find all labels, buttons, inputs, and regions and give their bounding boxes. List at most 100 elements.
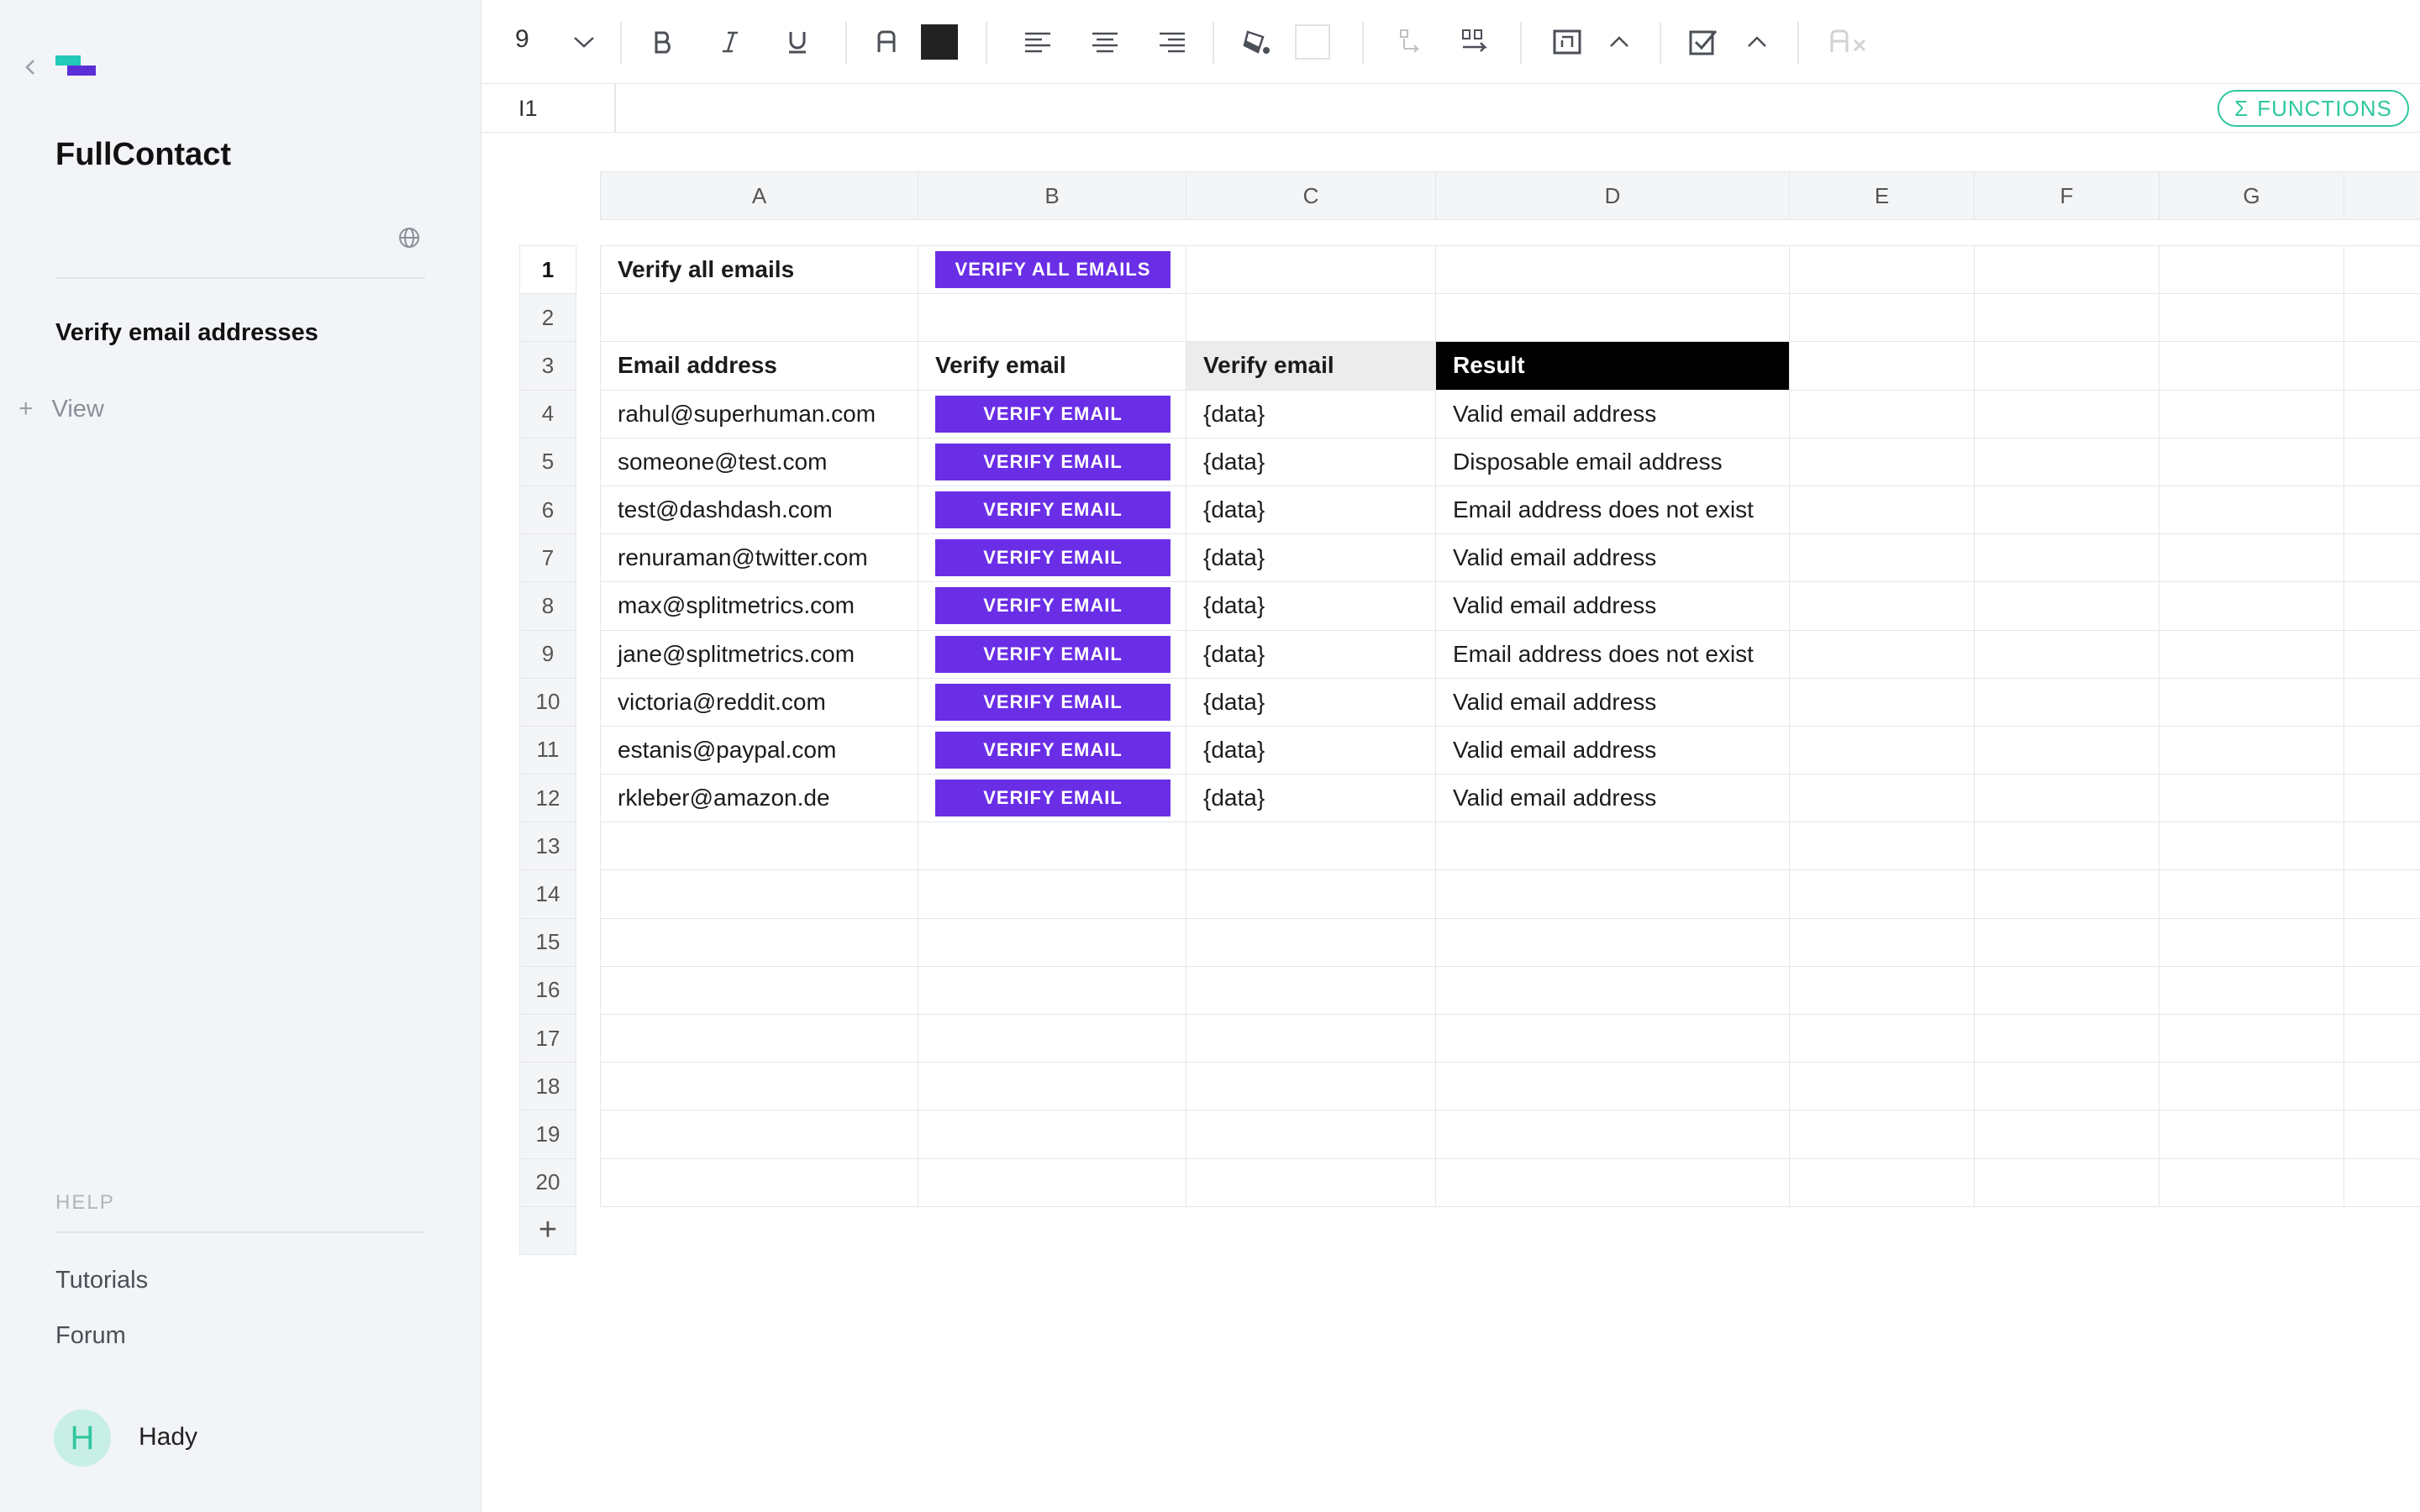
sidebar-item-verify-email[interactable]: Verify email addresses [55,319,318,347]
cell-d20[interactable] [1436,1158,1790,1207]
row-header[interactable]: 9 [520,631,576,679]
cell-b16[interactable] [918,966,1186,1015]
cell-c4[interactable]: {data} [1186,390,1436,438]
cell-e10[interactable] [1790,678,1975,727]
cell-d14[interactable] [1436,870,1790,919]
cell-b5[interactable]: VERIFY EMAIL [918,438,1186,486]
cell-g16[interactable] [2160,966,2344,1015]
cell-a16[interactable] [601,966,918,1015]
cell-f4[interactable] [1975,390,2160,438]
cell-f5[interactable] [1975,438,2160,486]
row-header[interactable]: 1 [520,246,576,295]
verify-email-button[interactable]: VERIFY EMAIL [935,635,1171,673]
verify-email-button[interactable]: VERIFY EMAIL [935,491,1171,529]
row-header[interactable]: 8 [520,582,576,631]
cell-a5[interactable]: someone@test.com [601,438,918,486]
row-header[interactable]: 5 [520,438,576,486]
row-header[interactable]: 16 [520,967,576,1015]
cell-b9[interactable]: VERIFY EMAIL [918,630,1186,679]
row-header[interactable]: 18 [520,1063,576,1111]
fill-color-icon[interactable] [1238,20,1275,64]
cell-h11[interactable] [2344,727,2420,775]
cell-h16[interactable] [2344,967,2420,1015]
font-size-value[interactable]: 9 [515,25,529,54]
align-right-icon[interactable] [1154,20,1191,64]
cell-a18[interactable] [601,1063,918,1111]
text-color-icon[interactable] [870,20,903,64]
row-header[interactable]: 19 [520,1110,576,1159]
cell-f13[interactable] [1975,822,2160,871]
cell-d13[interactable] [1436,822,1790,871]
row-header[interactable]: 10 [520,679,576,727]
fill-color-swatch[interactable] [1293,20,1332,64]
cell-g18[interactable] [2160,1063,2344,1111]
row-header[interactable]: 6 [520,486,576,535]
verify-email-button[interactable]: VERIFY EMAIL [935,395,1171,433]
cell-b2[interactable] [918,294,1186,343]
cell-b6[interactable]: VERIFY EMAIL [918,486,1186,535]
cell-f1[interactable] [1975,246,2160,295]
text-color-swatch[interactable] [918,20,960,64]
cell-type-icon[interactable] [1549,20,1586,64]
cell-e14[interactable] [1790,870,1975,919]
cell-e11[interactable] [1790,726,1975,775]
cell-e15[interactable] [1790,918,1975,967]
cell-h1[interactable] [2344,246,2420,295]
cell-g1[interactable] [2160,246,2344,295]
cell-d6[interactable]: Email address does not exist [1436,486,1790,535]
verify-email-button[interactable]: VERIFY EMAIL [935,443,1171,480]
cell-reference[interactable]: I1 [518,96,538,122]
cell-h5[interactable] [2344,438,2420,486]
cell-f10[interactable] [1975,678,2160,727]
cell-e7[interactable] [1790,534,1975,583]
cell-c19[interactable] [1186,1110,1436,1159]
merge-cells-icon[interactable] [1392,20,1429,64]
cell-e13[interactable] [1790,822,1975,871]
cell-d1[interactable] [1436,246,1790,295]
cell-a15[interactable] [601,918,918,967]
cell-d5[interactable]: Disposable email address [1436,438,1790,486]
cell-f3[interactable] [1975,342,2160,391]
cell-h4[interactable] [2344,391,2420,438]
cell-e5[interactable] [1790,438,1975,486]
cell-c13[interactable] [1186,822,1436,871]
cell-f18[interactable] [1975,1063,2160,1111]
cell-e9[interactable] [1790,630,1975,679]
cell-d9[interactable]: Email address does not exist [1436,630,1790,679]
cell-a11[interactable]: estanis@paypal.com [601,726,918,775]
cell-a9[interactable]: jane@splitmetrics.com [601,630,918,679]
verify-email-button[interactable]: VERIFY EMAIL [935,780,1171,817]
cell-d8[interactable]: Valid email address [1436,582,1790,631]
chevron-down-icon[interactable] [567,20,601,64]
cell-c6[interactable]: {data} [1186,486,1436,535]
cell-e8[interactable] [1790,582,1975,631]
cell-g2[interactable] [2160,294,2344,343]
cell-a17[interactable] [601,1015,918,1063]
cell-c9[interactable]: {data} [1186,630,1436,679]
cell-e16[interactable] [1790,966,1975,1015]
cell-b18[interactable] [918,1063,1186,1111]
cell-d16[interactable] [1436,966,1790,1015]
cell-g8[interactable] [2160,582,2344,631]
cell-h2[interactable] [2344,294,2420,343]
cell-d7[interactable]: Valid email address [1436,534,1790,583]
row-header[interactable]: 11 [520,727,576,775]
help-link-forum[interactable]: Forum [55,1322,126,1350]
row-header[interactable]: 2 [520,294,576,343]
cell-g12[interactable] [2160,774,2344,823]
cell-c16[interactable] [1186,966,1436,1015]
cell-f17[interactable] [1975,1015,2160,1063]
cell-h20[interactable] [2344,1159,2420,1207]
cell-e12[interactable] [1790,774,1975,823]
cell-g15[interactable] [2160,918,2344,967]
cell-c5[interactable]: {data} [1186,438,1436,486]
cell-h10[interactable] [2344,679,2420,727]
cell-f15[interactable] [1975,918,2160,967]
underline-icon[interactable] [781,20,814,64]
cell-e18[interactable] [1790,1063,1975,1111]
cell-g19[interactable] [2160,1110,2344,1159]
cell-c1[interactable] [1186,246,1436,295]
cell-a8[interactable]: max@splitmetrics.com [601,582,918,631]
cell-c2[interactable] [1186,294,1436,343]
verify-email-button[interactable]: VERIFY EMAIL [935,587,1171,625]
